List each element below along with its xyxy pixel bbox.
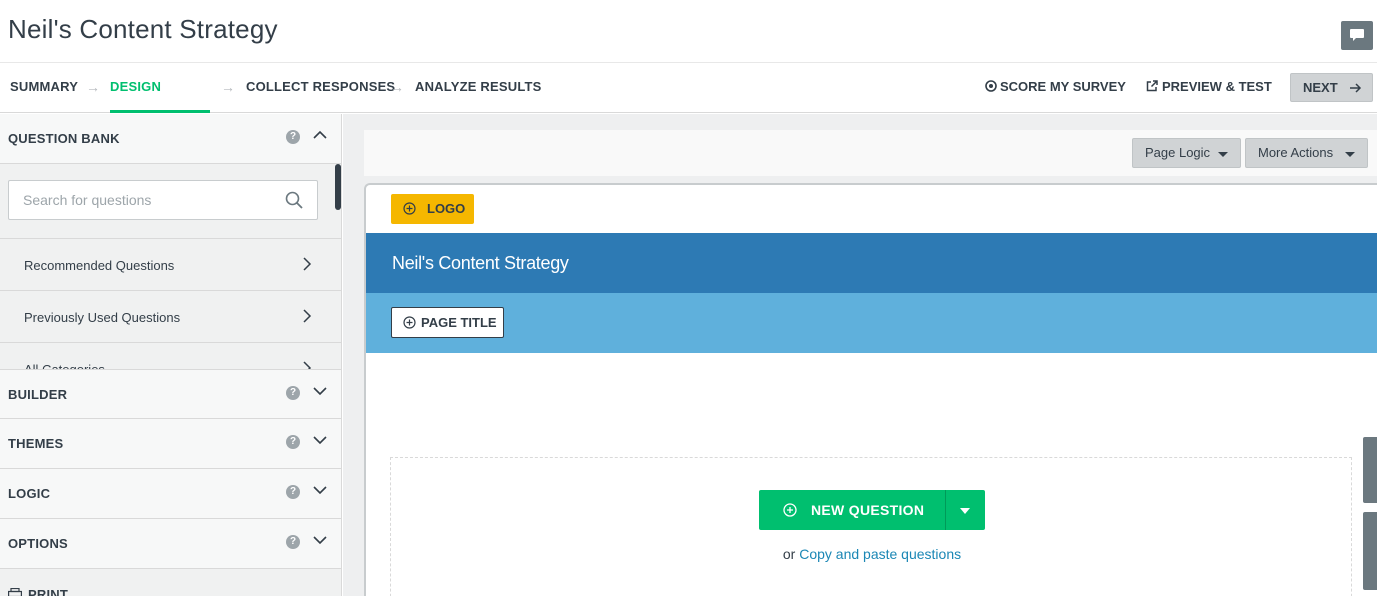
builder-header[interactable]: BUILDER ? [0, 369, 341, 419]
copy-paste-line: or Copy and paste questions [391, 546, 1353, 562]
printer-icon [8, 588, 22, 596]
tab-design-survey[interactable]: DESIGN SURVEY [110, 63, 210, 141]
tab-summary[interactable]: SUMMARY [10, 63, 78, 113]
chevron-down-icon[interactable] [312, 532, 328, 548]
list-item-label: Recommended Questions [24, 258, 175, 273]
help-icon[interactable]: ? [286, 386, 300, 400]
target-icon [985, 80, 997, 92]
score-my-survey-button[interactable]: SCORE MY SURVEY [985, 63, 1126, 113]
help-icon[interactable]: ? [286, 535, 300, 549]
search-input[interactable] [23, 192, 273, 208]
logic-header[interactable]: LOGIC ? [0, 469, 341, 519]
plus-circle-icon [403, 316, 416, 329]
survey-title: Neil's Content Strategy [8, 14, 278, 44]
question-bank-header[interactable]: QUESTION BANK ? [0, 114, 341, 164]
print-row[interactable]: PRINT [0, 569, 341, 596]
logic-title: LOGIC [8, 486, 51, 501]
list-item-label: Previously Used Questions [24, 310, 181, 325]
caret-down-icon [960, 508, 970, 514]
options-header[interactable]: OPTIONS ? [0, 519, 341, 569]
help-icon[interactable]: ? [286, 435, 300, 449]
arrow-right-icon: → [86, 79, 100, 95]
external-link-icon [1146, 80, 1158, 92]
question-bank-title: QUESTION BANK [8, 131, 120, 146]
step-navigation: SUMMARY → DESIGN SURVEY → COLLECT RESPON… [0, 63, 1377, 141]
top-bar: Neil's Content Strategy [0, 0, 1377, 63]
chevron-down-icon[interactable] [312, 432, 328, 448]
caret-down-icon [1345, 152, 1355, 157]
plus-circle-icon [403, 202, 416, 215]
builder-title: BUILDER [8, 387, 68, 402]
list-item-all-categories[interactable]: All Categories [0, 342, 341, 370]
side-panel-tab[interactable] [1363, 437, 1377, 503]
next-button[interactable]: NEXT [1290, 73, 1373, 102]
sidebar: QUESTION BANK ? Recommended Questions Pr… [0, 114, 342, 596]
survey-canvas: Page Logic More Actions LOGO Neil's Cont… [343, 114, 1377, 596]
arrow-right-icon: → [221, 79, 235, 95]
themes-header[interactable]: THEMES ? [0, 419, 341, 469]
more-actions-button[interactable]: More Actions [1245, 138, 1368, 168]
new-question-dropdown-button[interactable] [946, 490, 985, 530]
canvas-toolbar: Page Logic More Actions [364, 130, 1377, 176]
chevron-right-icon [303, 309, 312, 323]
help-icon[interactable]: ? [286, 485, 300, 499]
question-drop-zone: NEW QUESTION or Copy and paste questions [390, 457, 1352, 596]
chevron-down-icon[interactable] [312, 383, 328, 399]
next-label: NEXT [1303, 80, 1338, 95]
preview-test-label: PREVIEW & TEST [1162, 79, 1272, 94]
chevron-right-icon [303, 257, 312, 271]
new-question-button[interactable]: NEW QUESTION [759, 490, 945, 530]
side-panel-tab[interactable] [1363, 512, 1377, 590]
arrow-right-icon: → [390, 79, 404, 95]
page-title-label: PAGE TITLE [421, 315, 497, 330]
tab-collect-responses[interactable]: COLLECT RESPONSES [246, 63, 395, 113]
logo-label: LOGO [427, 201, 466, 216]
chat-button[interactable] [1341, 21, 1373, 50]
survey-page-title: Neil's Content Strategy [392, 253, 569, 273]
themes-title: THEMES [8, 436, 64, 451]
scrollbar-thumb[interactable] [335, 164, 341, 210]
survey-title-band[interactable]: Neil's Content Strategy [366, 233, 1377, 293]
page-logic-label: Page Logic [1145, 145, 1211, 160]
page-title-band: PAGE TITLE [366, 293, 1377, 353]
add-logo-button[interactable]: LOGO [391, 194, 474, 224]
copy-paste-questions-link[interactable]: Copy and paste questions [799, 546, 961, 562]
list-item-previously-used-questions[interactable]: Previously Used Questions [0, 290, 341, 342]
add-page-title-button[interactable]: PAGE TITLE [391, 307, 504, 338]
plus-circle-icon [783, 503, 797, 517]
chevron-down-icon[interactable] [312, 482, 328, 498]
tab-analyze-results[interactable]: ANALYZE RESULTS [415, 63, 542, 113]
page-logic-button[interactable]: Page Logic [1132, 138, 1241, 168]
search-questions [8, 180, 318, 220]
caret-down-icon [1218, 152, 1228, 157]
preview-test-button[interactable]: PREVIEW & TEST [1146, 63, 1272, 113]
more-actions-label: More Actions [1258, 145, 1334, 160]
print-label: PRINT [28, 587, 68, 596]
arrow-right-icon [1350, 83, 1362, 93]
speech-bubble-icon [1350, 29, 1364, 41]
options-title: OPTIONS [8, 536, 68, 551]
or-label: or [782, 546, 796, 562]
new-question-label: NEW QUESTION [811, 502, 925, 518]
chevron-up-icon[interactable] [312, 127, 328, 143]
search-icon[interactable] [285, 191, 303, 209]
list-item-recommended-questions[interactable]: Recommended Questions [0, 238, 341, 290]
new-question-button-group: NEW QUESTION [759, 490, 985, 530]
score-my-survey-label: SCORE MY SURVEY [1000, 79, 1126, 94]
help-icon[interactable]: ? [286, 130, 300, 144]
survey-page: LOGO Neil's Content Strategy PAGE TITLE [364, 183, 1377, 596]
